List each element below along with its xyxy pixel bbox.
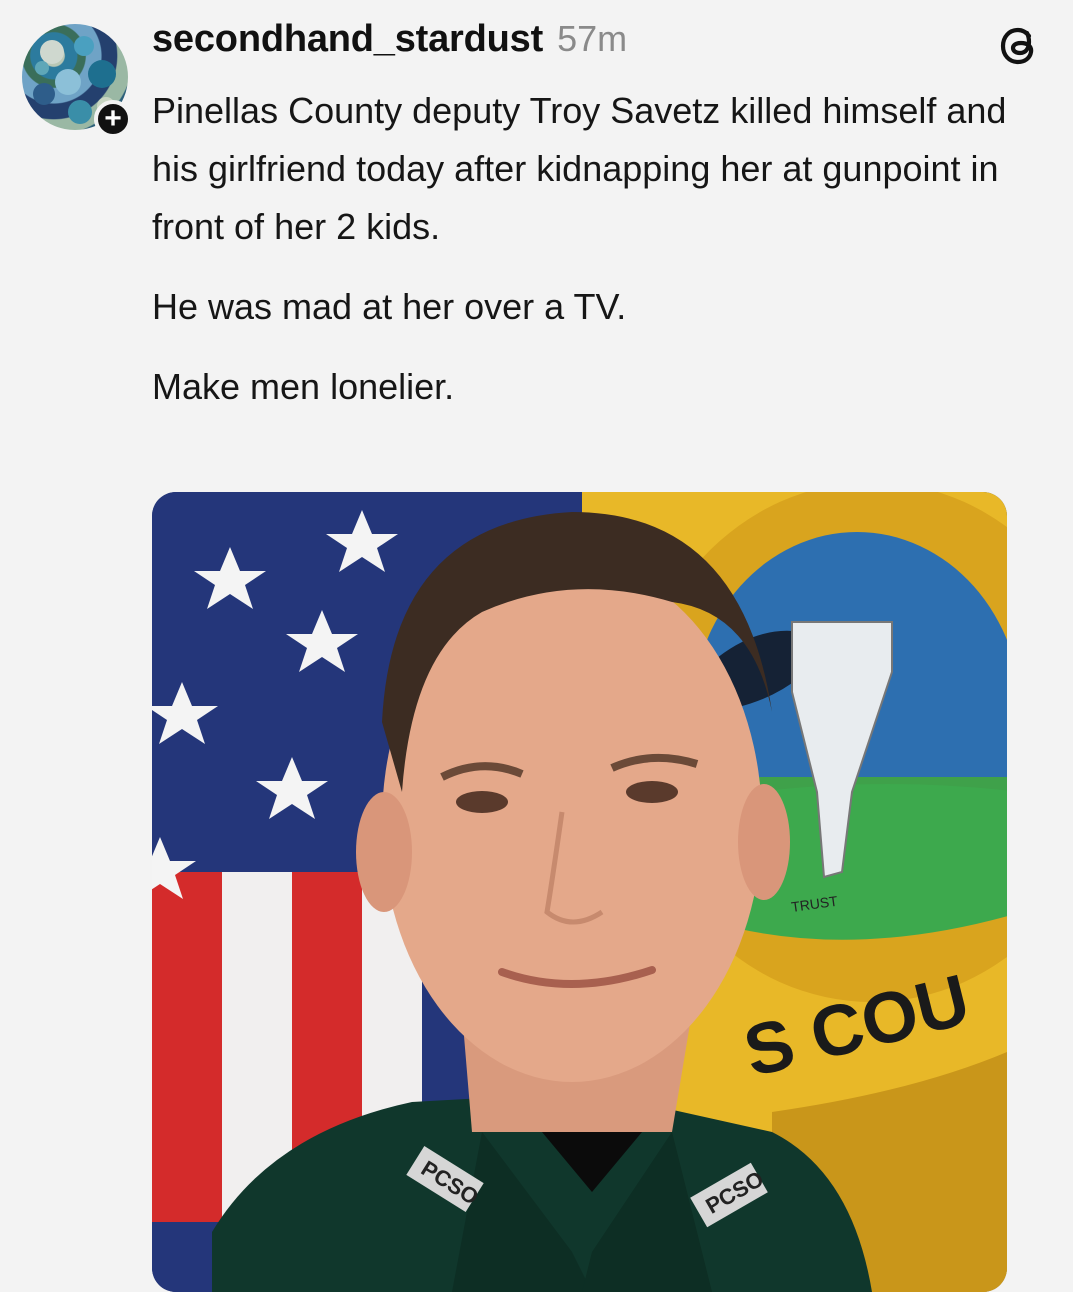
timestamp: 57m: [557, 18, 628, 59]
post-paragraph-1: Pinellas County deputy Troy Savetz kille…: [152, 90, 1007, 247]
post-image[interactable]: TRUST S COU PCSO PCSO: [152, 492, 1007, 1292]
post-header: secondhand_stardust 57m: [152, 18, 627, 61]
username[interactable]: secondhand_stardust: [152, 18, 543, 61]
post-body: Pinellas County deputy Troy Savetz kille…: [152, 82, 1032, 416]
deputy-portrait-image: TRUST S COU PCSO PCSO: [152, 492, 1007, 1292]
post-paragraph-3: Make men lonelier.: [152, 366, 455, 407]
threads-logo-icon: [1000, 27, 1034, 65]
follow-plus-icon[interactable]: +: [94, 100, 132, 138]
threads-post: + secondhand_stardust 57m Pinellas Count…: [0, 0, 1073, 1292]
post-paragraph-2: He was mad at her over a TV.: [152, 286, 627, 327]
